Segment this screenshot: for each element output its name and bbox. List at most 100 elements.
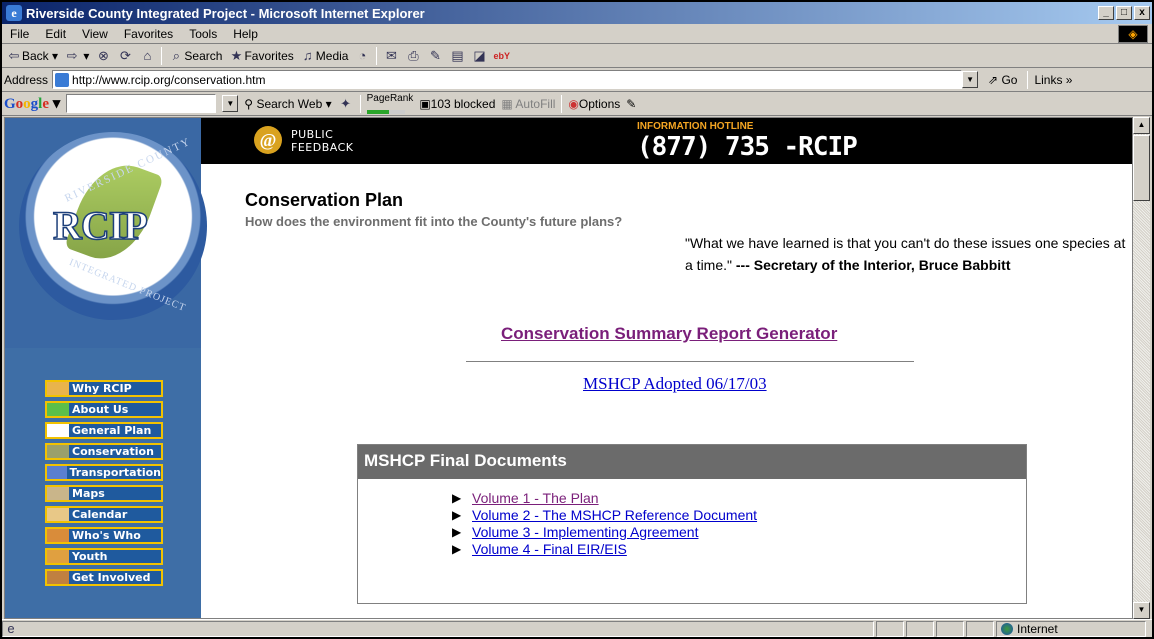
google-search-input[interactable] <box>66 94 217 113</box>
menu-favorites[interactable]: Favorites <box>116 27 181 41</box>
ie-logo-icon: e <box>6 5 22 21</box>
address-input[interactable]: http://www.rcip.org/conservation.htm <box>52 70 963 89</box>
print-icon[interactable]: ⎙ <box>405 48 421 64</box>
nav-whos-who[interactable]: Who's Who <box>45 527 163 544</box>
nav-icon <box>47 529 69 542</box>
security-zone: Internet <box>996 620 1146 637</box>
google-logo-button[interactable]: Google ▾ <box>4 94 60 113</box>
popup-blocker-button[interactable]: ▣103 blocked <box>419 97 495 111</box>
nav-why-rcip[interactable]: Why RCIP <box>45 380 163 397</box>
nav-conservation[interactable]: Conservation <box>45 443 163 460</box>
google-toolbar: Google ▾ ▼ ⚲ Search Web ▾ ✦ PageRank ▣10… <box>2 92 1152 116</box>
forward-arrow-icon: ⇨ <box>66 47 78 63</box>
news-icon[interactable]: ✦ <box>338 96 354 112</box>
ebay-icon[interactable]: ebY <box>493 48 510 64</box>
address-url: http://www.rcip.org/conservation.htm <box>72 72 266 87</box>
minimize-button[interactable]: _ <box>1098 6 1114 20</box>
menu-tools[interactable]: Tools <box>181 27 225 41</box>
binoculars-icon: ⚲ <box>244 96 254 111</box>
bullet-arrow-icon: ▶ <box>452 524 462 539</box>
status-message: e <box>2 620 874 637</box>
google-search-dropdown[interactable]: ▼ <box>222 95 239 112</box>
links-button[interactable]: Links » <box>1034 73 1072 87</box>
toolbar-separator <box>561 94 563 113</box>
site-nav: Why RCIP About Us General Plan Conservat… <box>45 380 163 586</box>
final-documents-panel: MSHCP Final Documents ▶ Volume 1 - The Pl… <box>357 444 1027 604</box>
volume-1-link[interactable]: Volume 1 - The Plan <box>472 490 599 506</box>
quote: "What we have learned is that you can't … <box>685 235 1126 273</box>
favorites-icon: ★ <box>230 47 243 63</box>
menu-view[interactable]: View <box>74 27 116 41</box>
list-item: ▶ Volume 4 - Final EIR/EIS <box>452 540 1026 557</box>
search-button[interactable]: ⌕ Search <box>168 47 223 64</box>
close-button[interactable]: x <box>1134 6 1150 20</box>
nav-icon <box>47 550 69 563</box>
options-button[interactable]: ◉Options <box>568 97 620 111</box>
highlighter-icon[interactable]: ✎ <box>626 97 636 111</box>
vertical-scrollbar[interactable]: ▲ ▼ <box>1133 117 1150 619</box>
nav-general-plan[interactable]: General Plan <box>45 422 163 439</box>
back-arrow-icon: ⇦ <box>8 47 20 63</box>
search-icon: ⌕ <box>172 47 181 63</box>
address-dropdown-button[interactable]: ▼ <box>962 71 979 88</box>
volume-3-link[interactable]: Volume 3 - Implementing Agreement <box>472 524 698 540</box>
nav-transportation[interactable]: Transportation <box>45 464 163 481</box>
scroll-up-button[interactable]: ▲ <box>1133 117 1150 134</box>
mail-icon[interactable]: ✉ <box>383 48 399 64</box>
page-subtitle: How does the environment fit into the Co… <box>245 214 623 229</box>
back-button[interactable]: ⇦ Back ▾ <box>6 47 59 64</box>
toolbar-separator <box>376 46 378 65</box>
nav-youth[interactable]: Youth <box>45 548 163 565</box>
forward-button[interactable]: ⇨ ▾ <box>64 47 90 64</box>
nav-icon <box>47 466 67 479</box>
maximize-button[interactable]: □ <box>1116 6 1132 20</box>
divider <box>466 361 914 362</box>
nav-icon <box>47 424 69 437</box>
refresh-icon[interactable]: ⟳ <box>117 48 133 64</box>
edit-icon[interactable]: ✎ <box>427 48 443 64</box>
nav-icon <box>47 403 69 416</box>
menu-help[interactable]: Help <box>225 27 266 41</box>
favorites-button[interactable]: ★ Favorites <box>228 47 294 64</box>
final-documents-list: ▶ Volume 1 - The Plan ▶ Volume 2 - The MSH… <box>358 479 1026 557</box>
list-item: ▶ Volume 1 - The Plan <box>452 489 1026 506</box>
page-icon <box>55 72 70 87</box>
go-button[interactable]: ⇗ Go <box>988 73 1017 87</box>
list-item: ▶ Volume 3 - Implementing Agreement <box>452 523 1026 540</box>
history-icon[interactable]: ◔ <box>354 48 370 64</box>
address-bar: Address http://www.rcip.org/conservation… <box>2 68 1152 92</box>
mshcp-adopted-link[interactable]: MSHCP Adopted 06/17/03 <box>583 374 767 394</box>
nav-maps[interactable]: Maps <box>45 485 163 502</box>
bullet-arrow-icon: ▶ <box>452 490 462 505</box>
pagerank-indicator[interactable]: PageRank <box>366 90 413 118</box>
nav-get-involved[interactable]: Get Involved <box>45 569 163 586</box>
menu-edit[interactable]: Edit <box>37 27 74 41</box>
summary-report-link[interactable]: Conservation Summary Report Generator <box>501 324 837 344</box>
status-bar: e Internet <box>2 619 1152 637</box>
scroll-down-button[interactable]: ▼ <box>1133 602 1150 619</box>
page-viewport: RIVERSIDE COUNTY RCIP INTEGRATED PROJECT… <box>4 117 1133 619</box>
left-navigation-column: RIVERSIDE COUNTY RCIP INTEGRATED PROJECT… <box>5 118 207 618</box>
toolbar-separator <box>359 94 361 113</box>
menu-file[interactable]: File <box>2 27 37 41</box>
scroll-thumb[interactable] <box>1133 135 1150 201</box>
globe-icon <box>1001 622 1013 635</box>
final-documents-heading: MSHCP Final Documents <box>358 445 1026 479</box>
search-web-button[interactable]: ⚲ Search Web ▾ <box>244 97 331 111</box>
volume-4-link[interactable]: Volume 4 - Final EIR/EIS <box>472 541 627 557</box>
nav-about-us[interactable]: About Us <box>45 401 163 418</box>
home-icon[interactable]: ⌂ <box>139 48 155 64</box>
nav-icon <box>47 445 69 458</box>
nav-icon <box>47 508 69 521</box>
nav-calendar[interactable]: Calendar <box>45 506 163 523</box>
rcip-logo[interactable]: RIVERSIDE COUNTY RCIP INTEGRATED PROJECT <box>19 132 207 320</box>
stop-icon[interactable]: ⊗ <box>95 48 111 64</box>
media-button[interactable]: ♫ Media <box>300 48 349 64</box>
messenger-icon[interactable]: ◪ <box>471 48 487 64</box>
volume-2-link[interactable]: Volume 2 - The MSHCP Reference Document <box>472 507 757 523</box>
discuss-icon[interactable]: ▤ <box>449 48 465 64</box>
autofill-button[interactable]: ▦ AutoFill <box>501 97 555 111</box>
bullet-arrow-icon: ▶ <box>452 507 462 522</box>
pagerank-bar <box>366 109 405 114</box>
main-content: Conservation Plan How does the environme… <box>201 118 1132 604</box>
